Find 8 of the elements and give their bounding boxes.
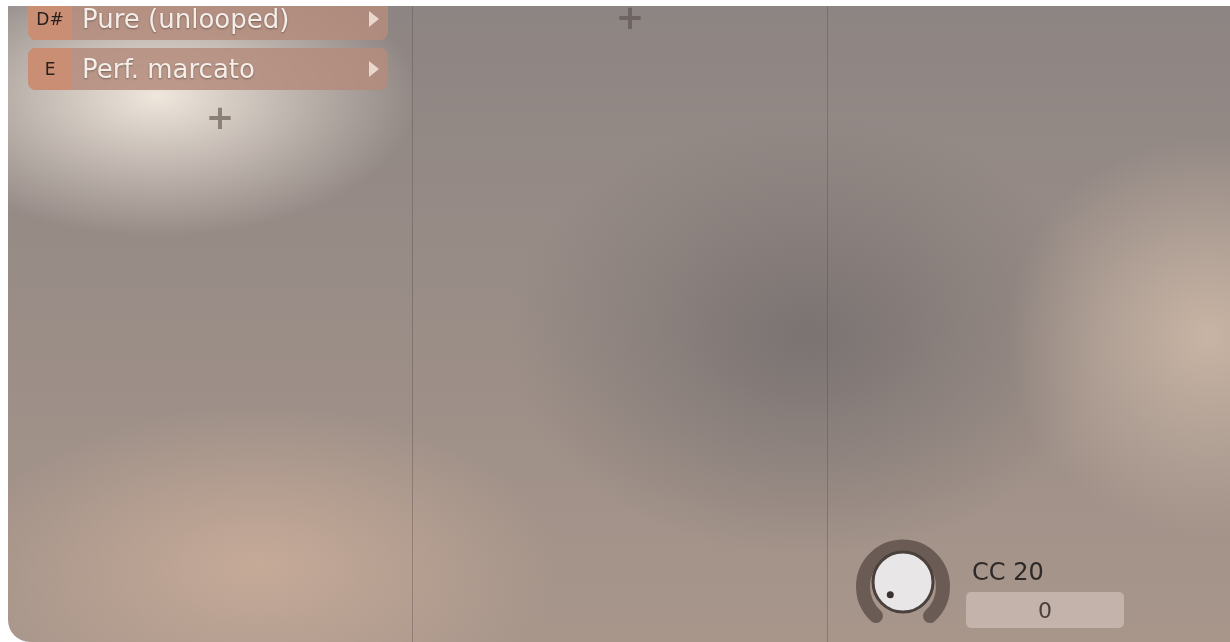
articulation-slot[interactable]: E Perf. marcato bbox=[28, 48, 388, 90]
knob-label: CC 20 bbox=[971, 558, 1045, 586]
triangle-icon bbox=[368, 10, 380, 28]
key-label: D# bbox=[28, 6, 72, 40]
value-field[interactable]: 0 bbox=[966, 592, 1124, 628]
articulation-slot[interactable]: D# Pure (unlooped) bbox=[28, 6, 388, 40]
triangle-icon bbox=[368, 60, 380, 78]
key-label: E bbox=[28, 48, 72, 90]
